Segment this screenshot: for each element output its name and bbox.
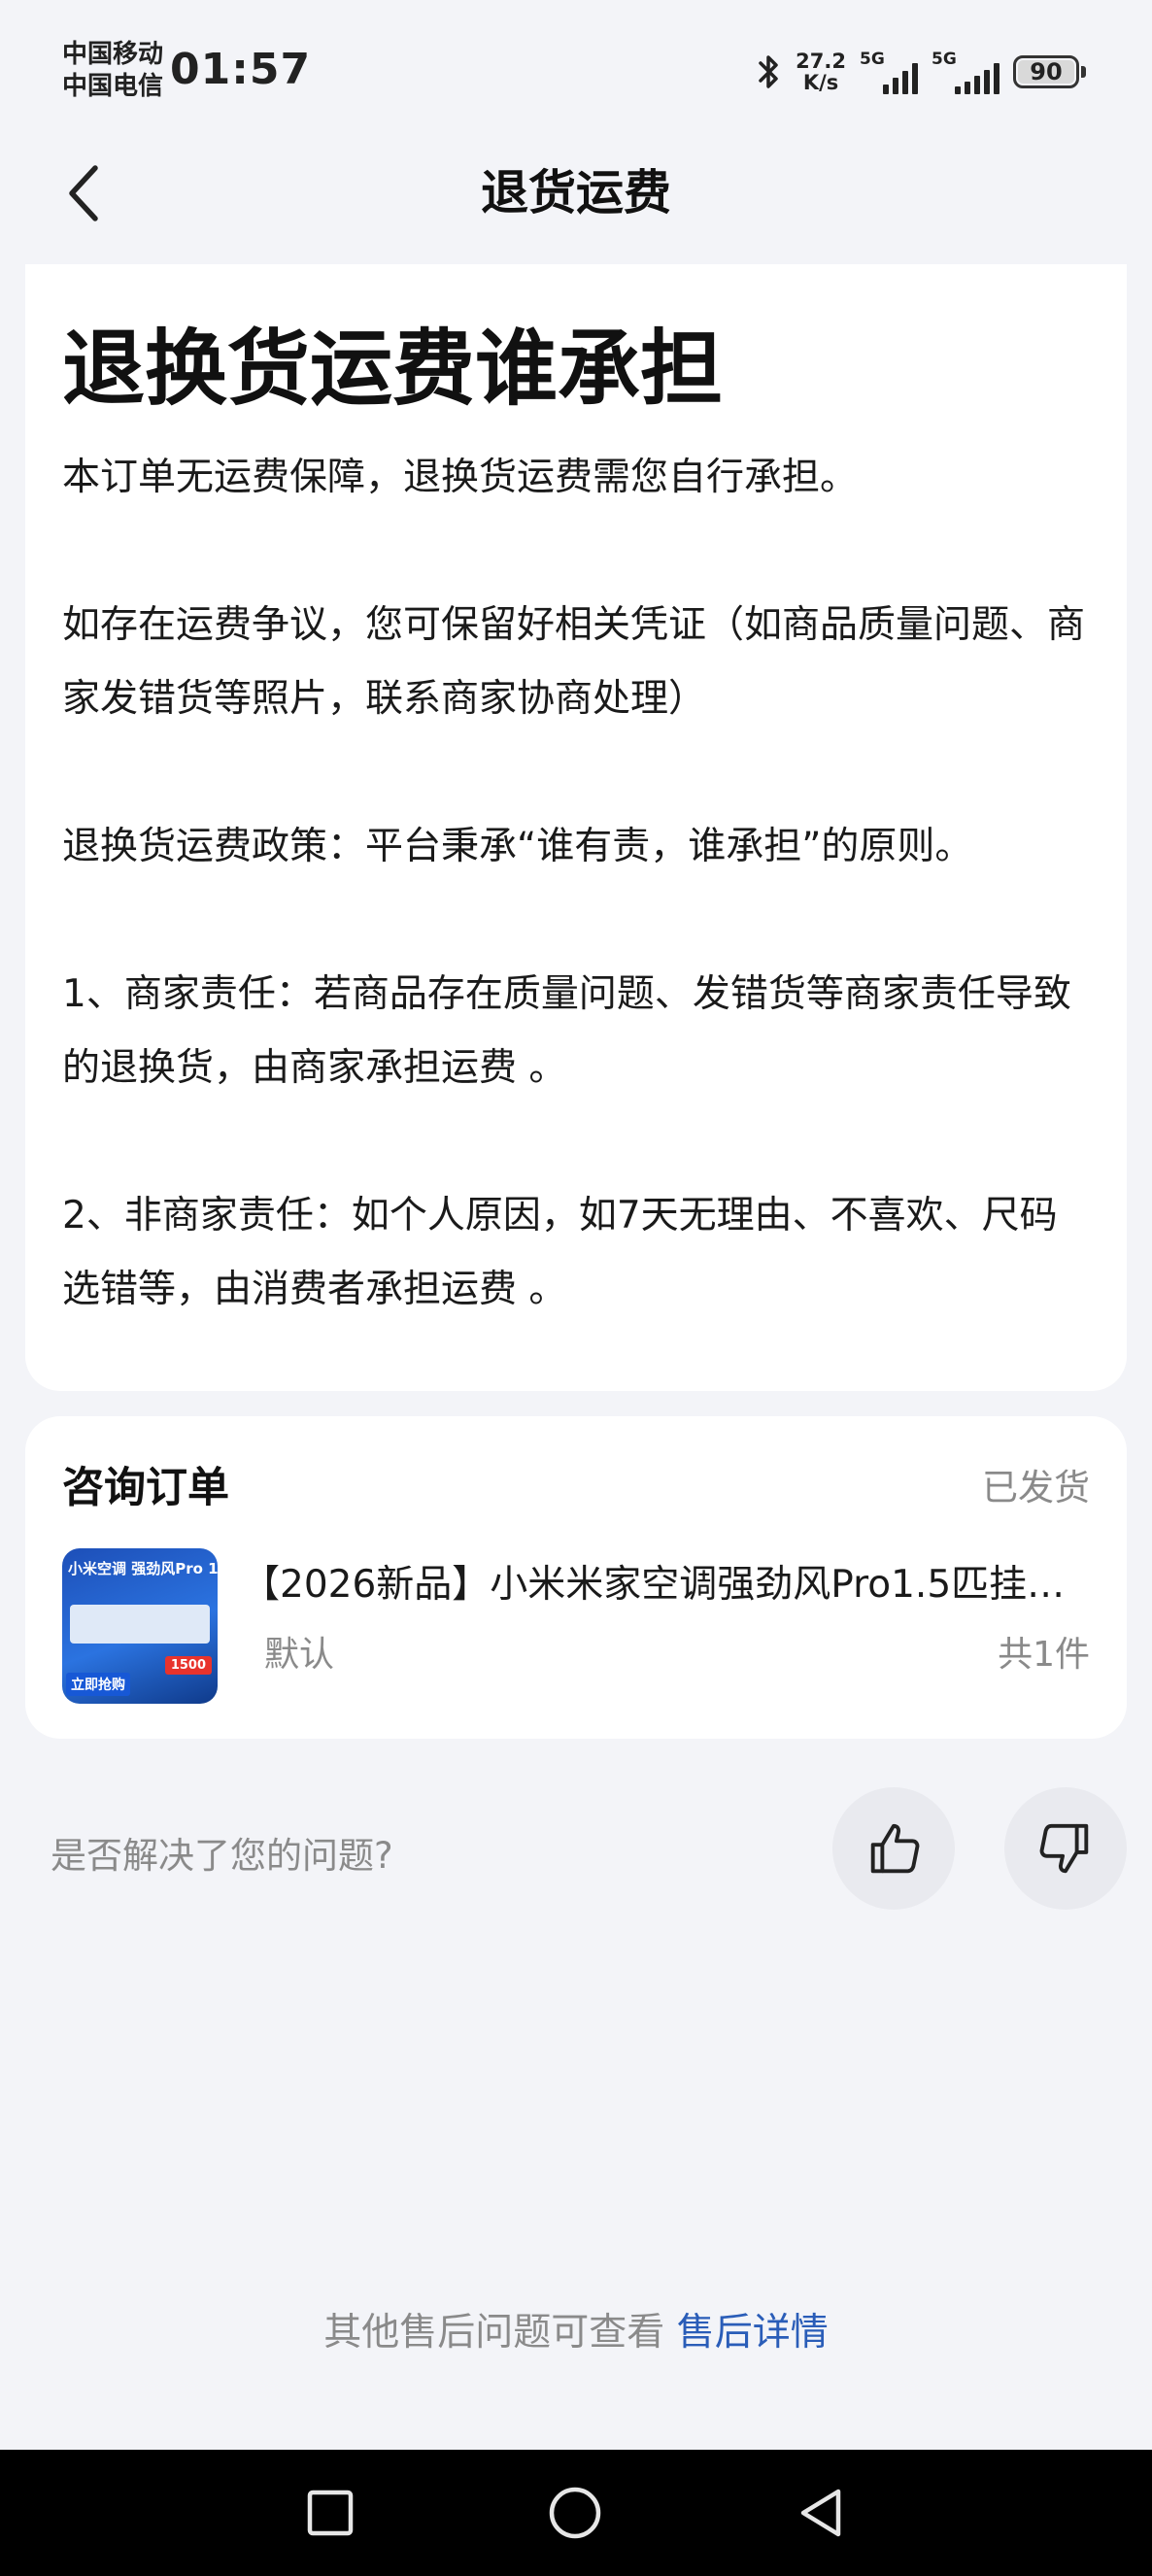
signal-bars-icon <box>955 59 1000 94</box>
product-quantity: 共1件 <box>998 1635 1090 1675</box>
carrier-1: 中国移动 <box>62 40 164 69</box>
network-speed-unit: K/s <box>802 71 839 94</box>
order-card[interactable]: 咨询订单 已发货 小米空调 强劲风Pro 1.5匹 1500 立即抢购 【202… <box>25 1416 1127 1739</box>
signal-2: 5G <box>932 50 1000 94</box>
status-time: 01:57 <box>170 45 312 94</box>
thumb-title: 小米空调 强劲风Pro 1.5匹 <box>68 1560 218 1577</box>
signal-1-tag: 5G <box>860 50 885 69</box>
circle-icon <box>549 2487 601 2539</box>
square-icon <box>307 2490 354 2536</box>
thumbs-down-icon <box>1039 1823 1089 1874</box>
after-sales-footer: 其他售后问题可查看 售后详情 <box>0 2302 1152 2356</box>
thumb-price: 1500 <box>164 1656 212 1675</box>
policy-paragraph: 2、非商家责任：如个人原因，如7天无理由、不喜欢、尺码选错等，由消费者承担运费 … <box>62 1194 1058 1311</box>
home-button[interactable] <box>541 2479 609 2547</box>
like-button[interactable] <box>832 1787 955 1910</box>
feedback-question: 是否解决了您的问题? <box>51 1835 393 1877</box>
policy-paragraph: 本订单无运费保障，退换货运费需您自行承担。 <box>62 456 859 499</box>
system-nav-bar <box>0 2450 1152 2576</box>
after-sales-details-link[interactable]: 售后详情 <box>677 2311 829 2355</box>
status-bar: 中国移动 中国电信 01:57 27.2 K/s 5G 5G 90 <box>0 0 1152 136</box>
signal-bars-icon <box>883 59 918 94</box>
order-status: 已发货 <box>982 1467 1090 1508</box>
product-spec: 默认 <box>264 1635 335 1675</box>
product-thumbnail: 小米空调 强劲风Pro 1.5匹 1500 立即抢购 <box>62 1548 218 1704</box>
product-item[interactable]: 小米空调 强劲风Pro 1.5匹 1500 立即抢购 【2026新品】小米米家空… <box>62 1537 1090 1704</box>
battery-icon: 90 <box>1013 55 1086 88</box>
network-speed: 27.2 K/s <box>796 51 846 93</box>
carrier-names: 中国移动 中国电信 <box>62 39 163 103</box>
bluetooth-icon <box>757 52 782 91</box>
thumb-cta: 立即抢购 <box>66 1673 130 1696</box>
page-title: 退货运费 <box>480 165 671 220</box>
status-indicators: 27.2 K/s 5G 5G 90 <box>757 47 1086 97</box>
order-label: 咨询订单 <box>62 1464 229 1512</box>
network-speed-value: 27.2 <box>796 50 846 73</box>
air-conditioner-image <box>70 1605 210 1644</box>
product-name: 【2026新品】小米米家空调强劲风Pro1.5匹挂… <box>242 1563 1066 1607</box>
battery-level: 90 <box>1018 58 1074 85</box>
shipping-policy-card: 退换货运费谁承担 本订单无运费保障，退换货运费需您自行承担。 如存在运费争议，您… <box>25 264 1127 1391</box>
signal-1: 5G <box>860 50 918 94</box>
policy-paragraph: 1、商家责任：若商品存在质量问题、发错货等商家责任导致的退换货，由商家承担运费 … <box>62 972 1071 1090</box>
system-back-button[interactable] <box>787 2479 855 2547</box>
feedback-row: 是否解决了您的问题? <box>0 1787 1152 1914</box>
recent-apps-button[interactable] <box>296 2479 364 2547</box>
footer-prefix: 其他售后问题可查看 <box>323 2311 665 2355</box>
thumbs-up-icon <box>870 1823 920 1874</box>
policy-heading: 退换货运费谁承担 <box>62 322 724 418</box>
nav-bar: 退货运费 <box>0 136 1152 245</box>
triangle-back-icon <box>800 2489 841 2537</box>
carrier-2: 中国电信 <box>62 72 164 101</box>
policy-paragraph: 退换货运费政策：平台秉承“谁有责，谁承担”的原则。 <box>62 825 973 868</box>
signal-2-tag: 5G <box>932 50 957 69</box>
order-header: 咨询订单 已发货 <box>62 1455 1090 1513</box>
policy-paragraph: 如存在运费争议，您可保留好相关凭证（如商品质量问题、商家发错货等照片，联系商家协… <box>62 603 1086 721</box>
dislike-button[interactable] <box>1004 1787 1127 1910</box>
